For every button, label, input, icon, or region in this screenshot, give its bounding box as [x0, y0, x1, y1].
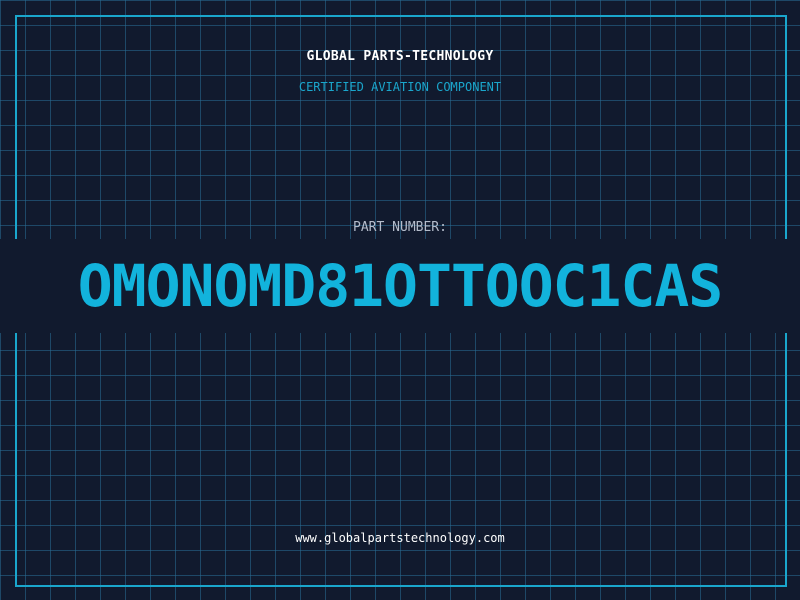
part-number-value: OMONOMD81OTTOOC1CAS [77, 252, 723, 320]
website-url[interactable]: www.globalpartstechnology.com [0, 531, 800, 545]
part-number-band: OMONOMD81OTTOOC1CAS [0, 239, 800, 333]
certification-subtitle: CERTIFIED AVIATION COMPONENT [298, 80, 502, 94]
part-number-label: PART NUMBER: [353, 220, 447, 235]
company-name: GLOBAL PARTS-TECHNOLOGY [306, 49, 494, 64]
